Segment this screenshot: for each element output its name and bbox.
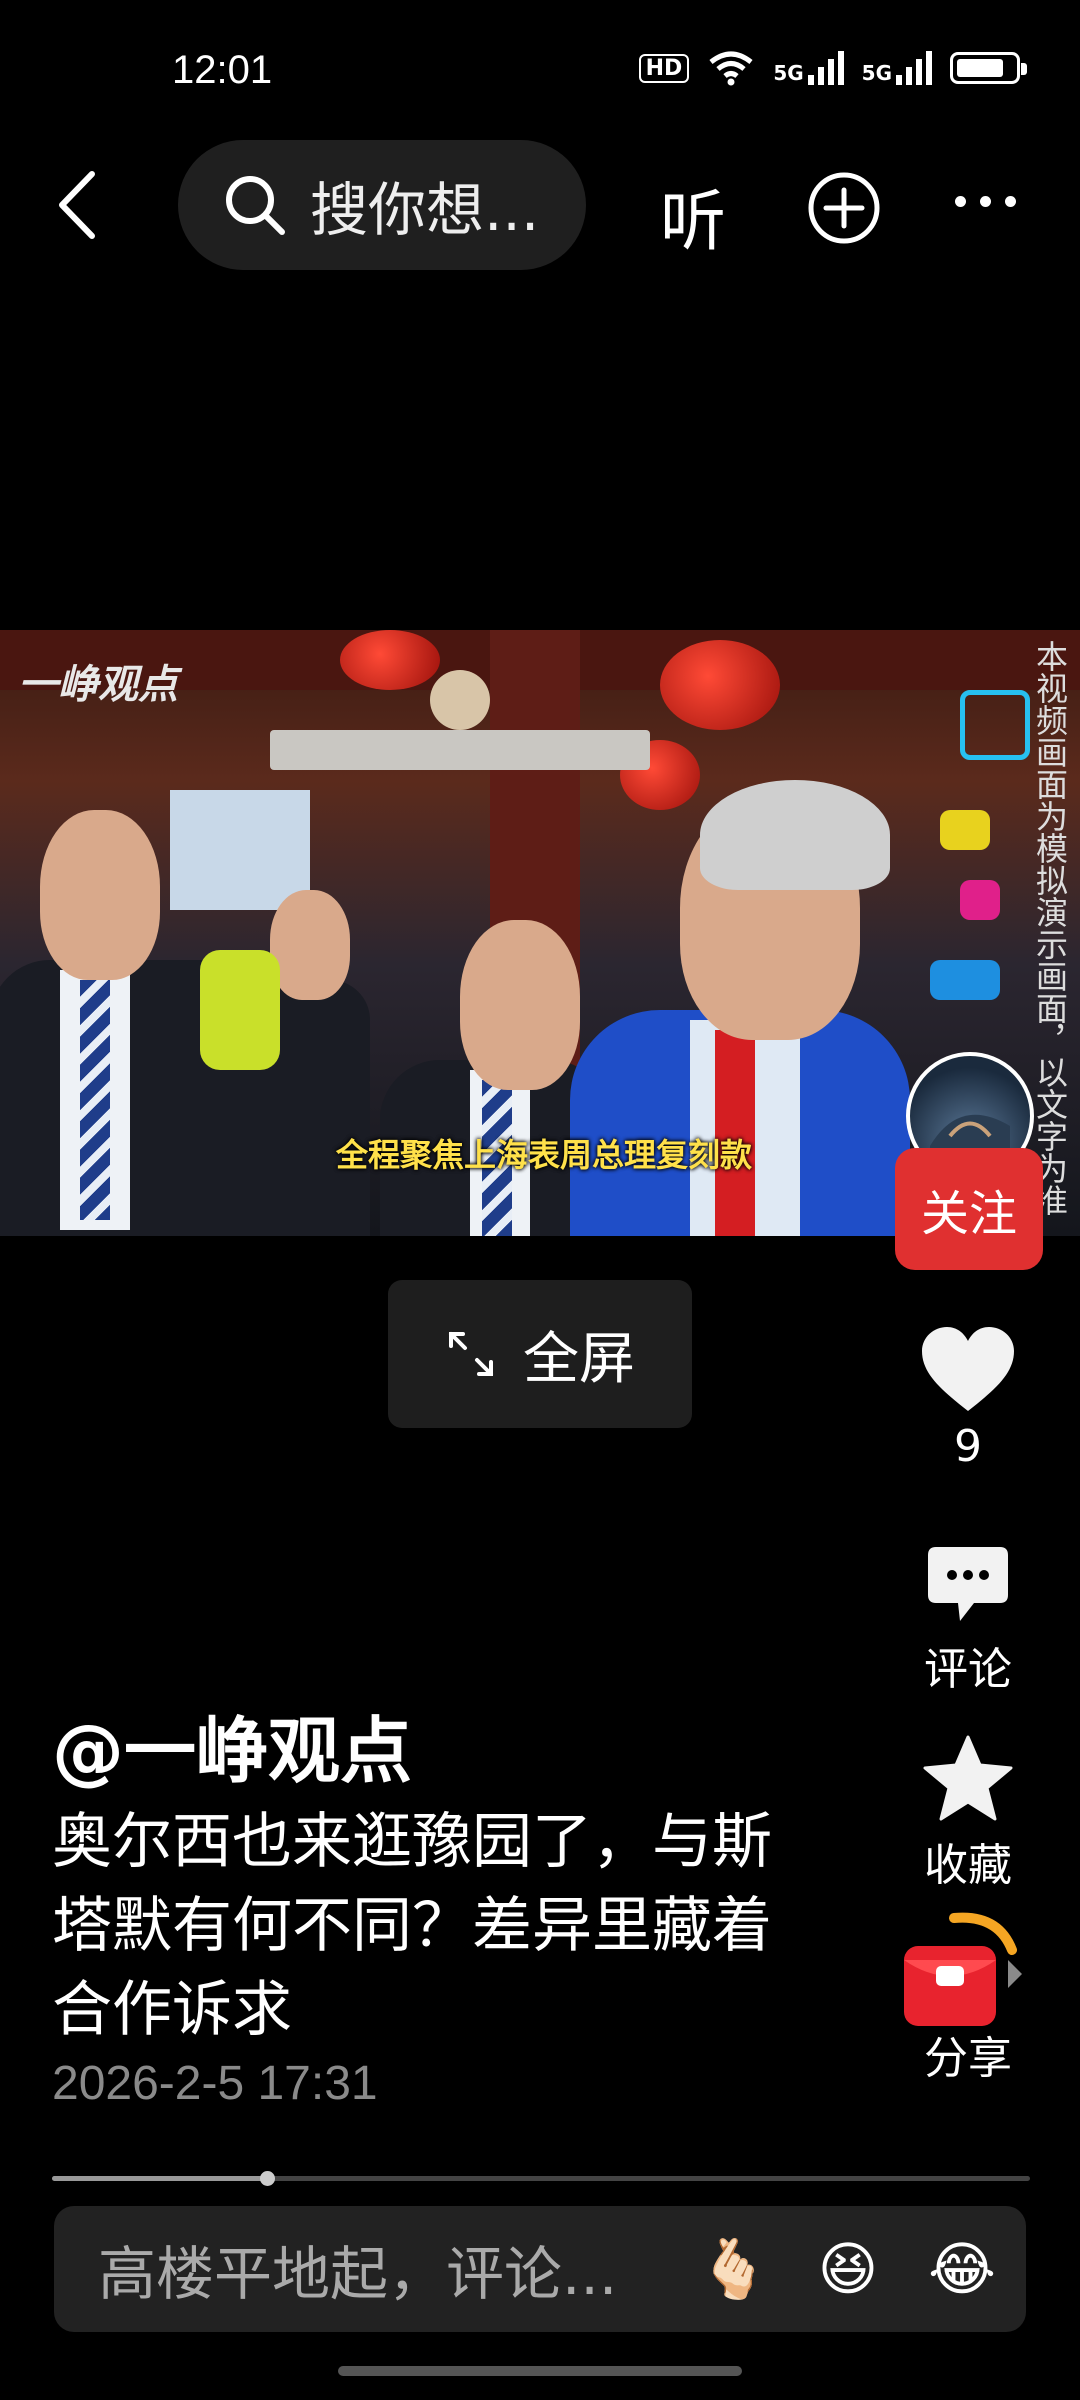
signal-5g-icon: 5G [773,51,844,85]
video-disclaimer: 本视频画面为模拟演示画面，以文字为准 [1031,640,1069,1216]
favorite-label: 收藏 [924,1840,1012,1891]
post-title: 奥尔西也来逛豫园了，与斯塔默有何不同？差异里藏着合作诉求 [52,1807,772,2045]
listen-button[interactable]: 听 [660,168,726,264]
add-icon[interactable] [806,170,882,246]
hd-voice-icon: HD [638,53,690,83]
video-caption: 全程聚焦上海表周总理复刻款 [336,1136,753,1174]
red-envelope-share-icon [904,1912,1022,2026]
comment-button[interactable]: 评论 [898,1545,1038,1697]
video-watermark: 一峥观点 [18,662,178,708]
fullscreen-button[interactable]: 全屏 [388,1280,692,1428]
share-label: 分享 [924,2033,1012,2084]
favorite-button[interactable]: 收藏 [898,1735,1038,1893]
comment-icon [928,1547,1008,1621]
progress-fill [52,2176,268,2181]
finger-heart-emoji[interactable]: 🫰🏻 [696,2231,772,2307]
wifi-icon [709,51,753,86]
comment-label: 评论 [924,1644,1012,1695]
back-button[interactable] [40,160,112,250]
progress-handle[interactable] [260,2171,276,2186]
heart-icon [922,1327,1014,1411]
signal-5g-icon-2: 5G [862,51,932,85]
search-icon [226,176,285,235]
video-progress-bar[interactable] [52,2171,1030,2186]
search-placeholder: 搜你想... [310,176,540,244]
status-time: 12:01 [172,48,273,92]
post-timestamp: 2026-2-5 17:31 [52,2057,378,2110]
laughing-emoji[interactable]: 😆 [810,2231,886,2307]
home-indicator[interactable] [338,2366,742,2376]
search-box[interactable]: 搜你想... [178,140,586,270]
like-button[interactable]: 9 [898,1325,1038,1472]
tears-of-joy-emoji[interactable]: 😂 [924,2231,1000,2307]
expand-icon [449,1332,493,1376]
comment-input-bar[interactable]: 高楼平地起，评论... 🫰🏻 😆 😂 [54,2206,1026,2332]
more-options-button[interactable] [955,196,1016,207]
star-icon [923,1735,1013,1821]
fullscreen-label: 全屏 [523,1326,635,1392]
status-icons: HD 5G 5G [638,50,1027,86]
battery-icon [950,52,1027,84]
comment-placeholder: 高楼平地起，评论... [98,2240,618,2308]
follow-button[interactable]: 关注 [895,1148,1043,1270]
like-count: 9 [954,1421,982,1472]
author-name[interactable]: @一峥观点 [52,1692,412,1797]
chevron-left-icon [59,171,95,239]
share-button[interactable]: 分享 [898,1910,1038,2086]
